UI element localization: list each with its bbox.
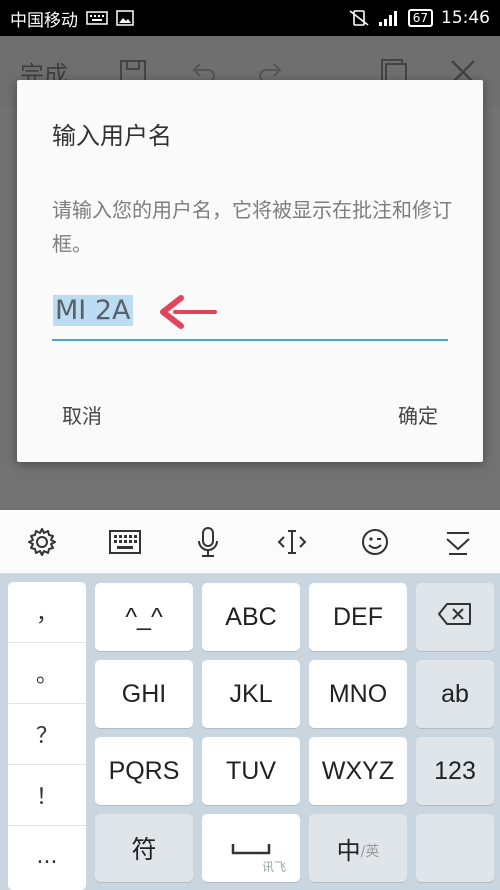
punct-key[interactable]: ， [8,582,86,643]
signal-icon [378,9,400,27]
keyboard-toolbar [0,510,500,574]
ok-button[interactable]: 确定 [398,400,438,429]
key-9[interactable]: WXYZ [309,737,407,805]
symbol-key[interactable]: 符 [95,814,193,882]
cursor-icon[interactable] [267,517,317,567]
left-arrow-icon [157,292,219,336]
watermark: 讯飞 [262,860,287,874]
battery-indicator: 67 [407,9,433,27]
key-8[interactable]: TUV [202,737,300,805]
backspace-key[interactable] [416,583,494,651]
username-dialog: 输入用户名 请输入您的用户名，它将被显示在批注和修订框。 MI 2A 取消 确定 [17,80,483,462]
key-5[interactable]: JKL [202,660,300,728]
ab-key[interactable]: ab [416,660,494,728]
punct-key[interactable]: ... [8,826,86,887]
key-2[interactable]: ABC [202,583,300,651]
punctuation-column: ， 。 ？ ！ ... [8,582,86,890]
microphone-icon[interactable] [183,517,233,567]
enter-key[interactable] [416,814,494,882]
keyboard: ， 。 ？ ！ ... ^_^ ABC DEF GHI JKL MNO ab P… [0,574,500,890]
key-7[interactable]: PQRS [95,737,193,805]
key-3[interactable]: DEF [309,583,407,651]
emoji-icon[interactable] [350,517,400,567]
dialog-message: 请输入您的用户名，它将被显示在批注和修订框。 [52,198,452,256]
settings-icon[interactable] [17,517,67,567]
backspace-icon [437,602,473,633]
username-input[interactable]: MI 2A [52,285,448,341]
cancel-button[interactable]: 取消 [62,400,102,429]
status-bar: 中国移动 67 15:46 [0,0,500,36]
keyboard-icon[interactable] [100,517,150,567]
language-main: 中 [336,836,361,865]
vibrate-off-icon [348,9,370,27]
image-status-icon [116,10,134,26]
language-sub: /英 [360,844,380,860]
clock: 15:46 [441,8,490,28]
keyboard-status-icon [86,11,108,25]
punct-key[interactable]: ？ [8,704,86,765]
username-input-value[interactable]: MI 2A [53,295,133,326]
key-1[interactable]: ^_^ [95,583,193,651]
punct-key[interactable]: 。 [8,643,86,704]
carrier-label: 中国移动 [10,10,78,31]
dialog-title: 输入用户名 [52,122,172,150]
punct-key[interactable]: ！ [8,765,86,826]
numeric-key[interactable]: 123 [416,737,494,805]
language-switch-key[interactable]: 中/英 [309,814,407,882]
collapse-icon[interactable] [433,517,483,567]
key-4[interactable]: GHI [95,660,193,728]
key-6[interactable]: MNO [309,660,407,728]
